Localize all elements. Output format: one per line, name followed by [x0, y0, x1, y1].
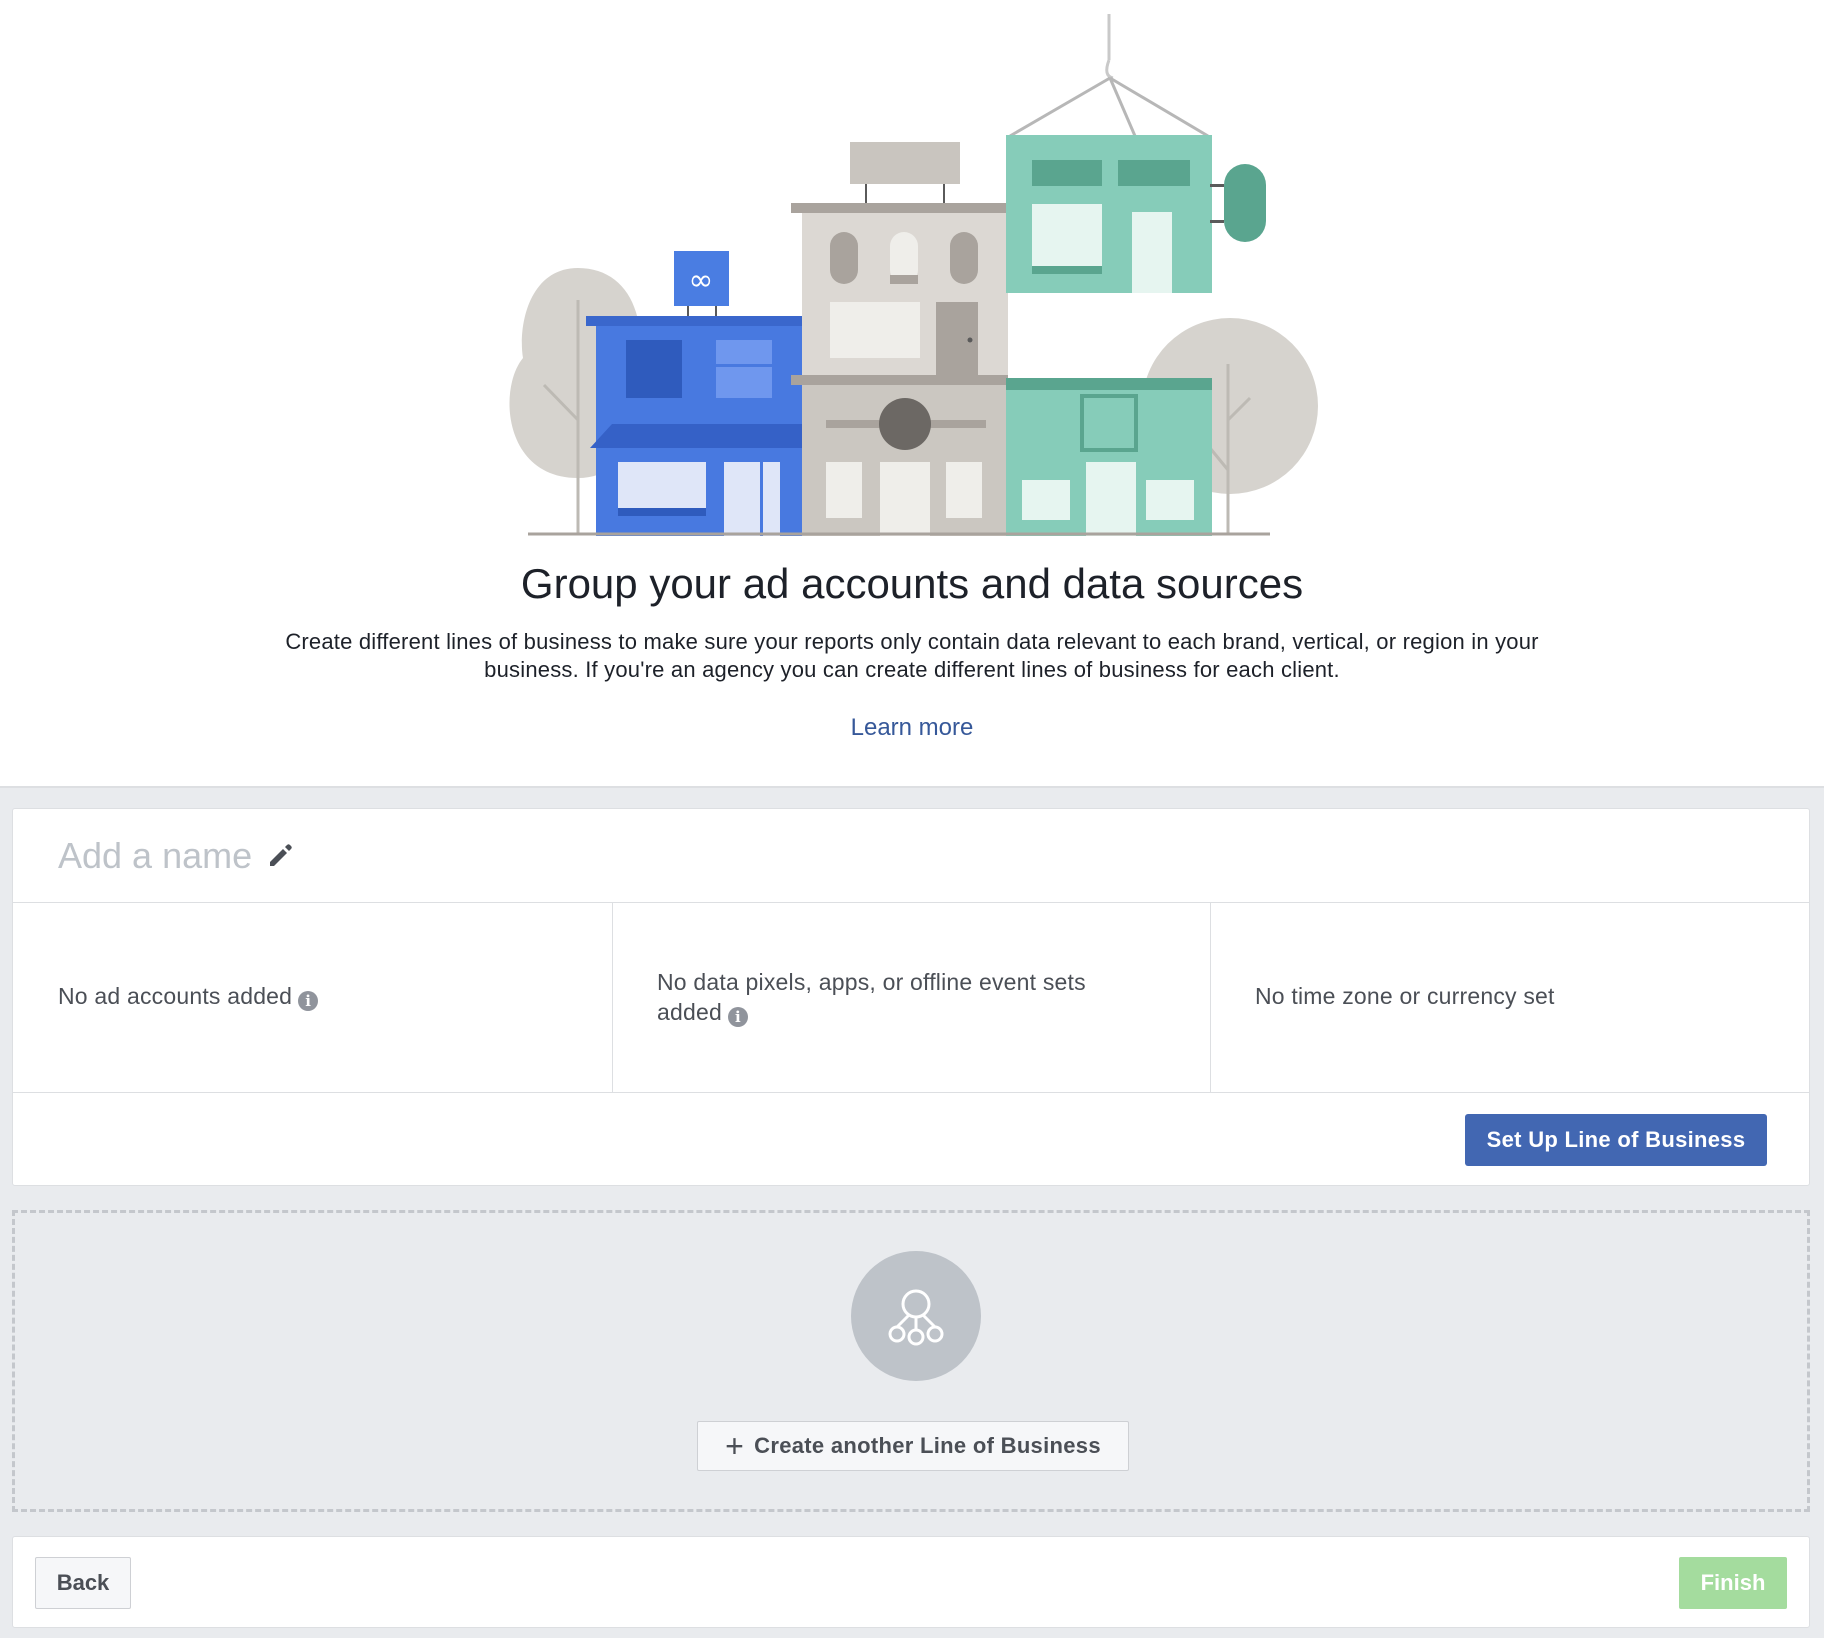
- ad-accounts-status: No ad accounts added: [58, 983, 293, 1009]
- business-network-icon: [851, 1251, 981, 1381]
- line-of-business-card: Add a name No ad accounts added i No data…: [12, 808, 1810, 1186]
- create-another-area: + Create another Line of Business: [12, 1210, 1810, 1512]
- data-sources-column: No data pixels, apps, or offline event s…: [613, 903, 1211, 1092]
- page-description: Create different lines of business to ma…: [285, 629, 1539, 682]
- svg-text:∞: ∞: [689, 263, 714, 298]
- plus-icon: +: [725, 1427, 745, 1464]
- back-button[interactable]: Back: [35, 1557, 131, 1609]
- storefront-illustration: ∞: [509, 14, 1318, 536]
- name-row[interactable]: Add a name: [13, 809, 1809, 903]
- info-icon[interactable]: i: [727, 1007, 748, 1027]
- create-button-label: Create another Line of Business: [754, 1432, 1101, 1458]
- ad-accounts-column: No ad accounts added i: [13, 903, 613, 1092]
- finish-button[interactable]: Finish: [1679, 1557, 1787, 1609]
- name-input[interactable]: Add a name: [58, 835, 252, 877]
- create-another-line-of-business-button[interactable]: + Create another Line of Business: [697, 1421, 1129, 1471]
- hero-section: ∞ Group your ad accounts and data source…: [0, 0, 1824, 788]
- set-up-line-of-business-button[interactable]: Set Up Line of Business: [1465, 1114, 1767, 1166]
- page-title: Group your ad accounts and data sources: [520, 560, 1304, 607]
- summary-columns: No ad accounts added i No data pixels, ap…: [13, 903, 1809, 1093]
- learn-more-link[interactable]: Learn more: [0, 714, 1824, 742]
- timezone-currency-column: No time zone or currency set: [1211, 903, 1809, 1092]
- footer-bar: Back Finish: [12, 1536, 1810, 1628]
- data-sources-status: No data pixels, apps, or offline event s…: [657, 969, 1086, 1025]
- info-icon[interactable]: i: [298, 991, 319, 1011]
- pencil-icon[interactable]: [267, 843, 293, 869]
- timezone-currency-status: No time zone or currency set: [1255, 983, 1555, 1009]
